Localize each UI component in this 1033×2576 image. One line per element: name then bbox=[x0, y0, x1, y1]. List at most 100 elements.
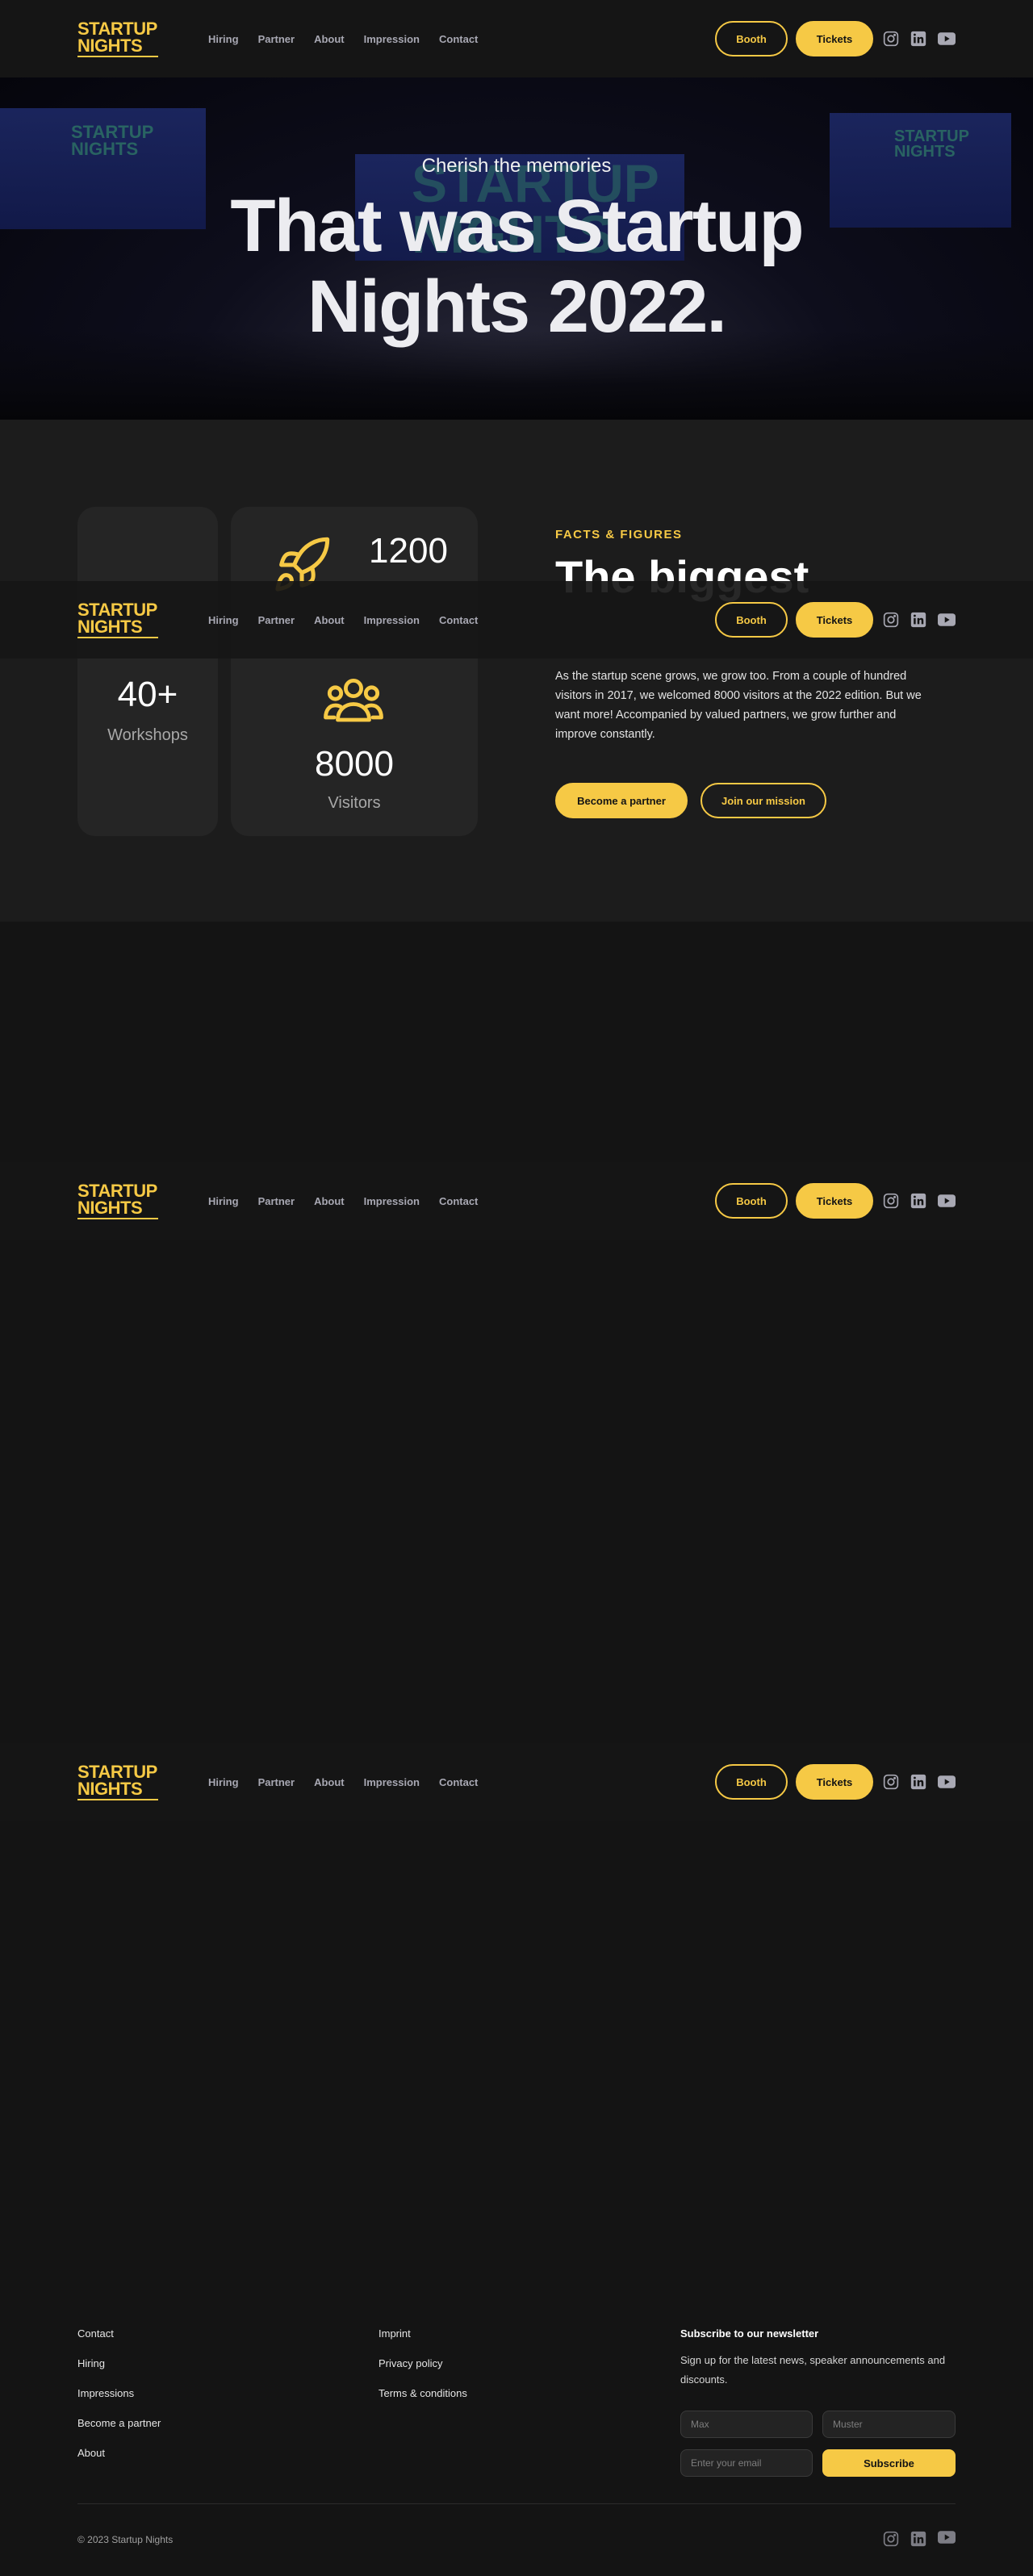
nav-link-contact[interactable]: Contact bbox=[439, 1776, 478, 1788]
nav-link-partner[interactable]: Partner bbox=[258, 614, 295, 626]
instagram-icon[interactable] bbox=[883, 1193, 899, 1209]
logo-line-1: STARTUP bbox=[77, 600, 157, 620]
footer-col-2: Imprint Privacy policy Terms & condition… bbox=[378, 2327, 467, 2417]
instagram-icon[interactable] bbox=[883, 1774, 899, 1790]
social-links bbox=[883, 612, 956, 628]
linkedin-icon[interactable] bbox=[910, 2531, 926, 2551]
startup-nights-logo[interactable]: STARTUP NIGHTS bbox=[77, 1182, 158, 1219]
nav-link-contact[interactable]: Contact bbox=[439, 614, 478, 626]
nav-link-contact[interactable]: Contact bbox=[439, 33, 478, 45]
startup-nights-logo[interactable]: STARTUP NIGHTS bbox=[77, 601, 158, 638]
footer-divider bbox=[77, 2503, 956, 2504]
linkedin-icon[interactable] bbox=[910, 31, 926, 47]
nav-link-contact[interactable]: Contact bbox=[439, 1195, 478, 1207]
nav-link-about[interactable]: About bbox=[314, 33, 345, 45]
users-icon bbox=[322, 671, 385, 734]
join-mission-button[interactable]: Join our mission bbox=[701, 783, 826, 818]
copyright: © 2023 Startup Nights bbox=[77, 2534, 174, 2545]
booth-button[interactable]: Booth bbox=[715, 1183, 788, 1219]
nav-link-partner[interactable]: Partner bbox=[258, 1776, 295, 1788]
hero-title: That was Startup Nights 2022. bbox=[230, 185, 804, 348]
become-partner-button[interactable]: Become a partner bbox=[555, 783, 688, 818]
tickets-button[interactable]: Tickets bbox=[796, 21, 873, 56]
tickets-button[interactable]: Tickets bbox=[796, 1183, 873, 1219]
hero-subtitle: Cherish the memories bbox=[421, 155, 612, 177]
linkedin-icon[interactable] bbox=[910, 1193, 926, 1209]
tickets-button[interactable]: Tickets bbox=[796, 602, 873, 638]
nav-link-about[interactable]: About bbox=[314, 1776, 345, 1788]
nav-link-about[interactable]: About bbox=[314, 614, 345, 626]
workshops-value: 40+ bbox=[117, 675, 178, 714]
main-nav: Hiring Partner About Impression Contact bbox=[208, 1195, 478, 1207]
footer-link-about[interactable]: About bbox=[77, 2447, 161, 2477]
facts-section: 40+ Workshops 1200 8000 Visitors FACTS &… bbox=[0, 420, 1033, 922]
email-input[interactable] bbox=[680, 2449, 813, 2477]
workshops-label: Workshops bbox=[107, 726, 188, 744]
tickets-button[interactable]: Tickets bbox=[796, 1764, 873, 1800]
nav-link-impression[interactable]: Impression bbox=[364, 1195, 420, 1207]
logo-line-2: NIGHTS bbox=[77, 618, 158, 638]
logo-line-2: NIGHTS bbox=[77, 37, 158, 57]
startup-nights-logo[interactable]: STARTUP NIGHTS bbox=[77, 20, 158, 57]
visitors-label: Visitors bbox=[328, 794, 381, 812]
nav-actions: Booth Tickets bbox=[715, 602, 956, 638]
footer-social-links bbox=[883, 2531, 956, 2551]
youtube-icon[interactable] bbox=[938, 1194, 956, 1207]
youtube-icon[interactable] bbox=[938, 613, 956, 626]
main-nav: Hiring Partner About Impression Contact bbox=[208, 1776, 478, 1788]
nav-link-hiring[interactable]: Hiring bbox=[208, 614, 239, 626]
nav-link-partner[interactable]: Partner bbox=[258, 33, 295, 45]
footer-link-become-partner[interactable]: Become a partner bbox=[77, 2417, 161, 2447]
footer-link-imprint[interactable]: Imprint bbox=[378, 2327, 467, 2357]
main-nav: Hiring Partner About Impression Contact bbox=[208, 33, 478, 45]
facts-eyebrow: FACTS & FIGURES bbox=[555, 528, 683, 542]
stats-card: 1200 8000 Visitors bbox=[231, 507, 478, 836]
instagram-icon[interactable] bbox=[883, 612, 899, 628]
logo-line-1: STARTUP bbox=[77, 1762, 157, 1782]
instagram-icon[interactable] bbox=[883, 31, 899, 47]
booth-button[interactable]: Booth bbox=[715, 602, 788, 638]
nav-link-impression[interactable]: Impression bbox=[364, 33, 420, 45]
workshops-card: 40+ Workshops bbox=[77, 507, 218, 836]
footer-link-terms[interactable]: Terms & conditions bbox=[378, 2387, 467, 2417]
footer-link-contact[interactable]: Contact bbox=[77, 2327, 161, 2357]
startup-nights-logo[interactable]: STARTUP NIGHTS bbox=[77, 1763, 158, 1800]
main-nav: Hiring Partner About Impression Contact bbox=[208, 614, 478, 626]
navbar: STARTUP NIGHTS Hiring Partner About Impr… bbox=[0, 1743, 1033, 1821]
nav-link-hiring[interactable]: Hiring bbox=[208, 33, 239, 45]
nav-link-hiring[interactable]: Hiring bbox=[208, 1776, 239, 1788]
booth-button[interactable]: Booth bbox=[715, 1764, 788, 1800]
social-links bbox=[883, 1193, 956, 1209]
nav-link-about[interactable]: About bbox=[314, 1195, 345, 1207]
last-name-input[interactable] bbox=[822, 2411, 956, 2438]
screen-logo-left: STARTUP NIGHTS bbox=[71, 122, 154, 159]
first-name-input[interactable] bbox=[680, 2411, 813, 2438]
footer-link-hiring[interactable]: Hiring bbox=[77, 2357, 161, 2387]
newsletter: Subscribe to our newsletter Sign up for … bbox=[680, 2327, 956, 2390]
booth-button[interactable]: Booth bbox=[715, 21, 788, 56]
subscribe-button[interactable]: Subscribe bbox=[822, 2449, 956, 2477]
hero-section: STARTUP NIGHTS STARTUP NIGHTS STARTUP NIGHT… bbox=[0, 77, 1033, 420]
nav-link-partner[interactable]: Partner bbox=[258, 1195, 295, 1207]
logo-line-1: STARTUP bbox=[77, 19, 157, 39]
footer-col-1: Contact Hiring Impressions Become a part… bbox=[77, 2327, 161, 2477]
footer-link-privacy[interactable]: Privacy policy bbox=[378, 2357, 467, 2387]
linkedin-icon[interactable] bbox=[910, 612, 926, 628]
nav-link-impression[interactable]: Impression bbox=[364, 614, 420, 626]
visitors-value: 8000 bbox=[315, 744, 394, 784]
youtube-icon[interactable] bbox=[938, 1775, 956, 1788]
instagram-icon[interactable] bbox=[883, 2531, 899, 2551]
logo-line-2: NIGHTS bbox=[77, 1780, 158, 1800]
social-links bbox=[883, 1774, 956, 1790]
linkedin-icon[interactable] bbox=[910, 1774, 926, 1790]
facts-buttons: Become a partner Join our mission bbox=[555, 783, 826, 818]
social-links bbox=[883, 31, 956, 47]
newsletter-description: Sign up for the latest news, speaker ann… bbox=[680, 2354, 946, 2386]
startups-value: 1200 bbox=[369, 531, 448, 571]
nav-link-hiring[interactable]: Hiring bbox=[208, 1195, 239, 1207]
footer-link-impressions[interactable]: Impressions bbox=[77, 2387, 161, 2417]
nav-link-impression[interactable]: Impression bbox=[364, 1776, 420, 1788]
youtube-icon[interactable] bbox=[938, 2531, 956, 2551]
facts-description: As the startup scene grows, we grow too.… bbox=[555, 670, 922, 741]
youtube-icon[interactable] bbox=[938, 32, 956, 45]
